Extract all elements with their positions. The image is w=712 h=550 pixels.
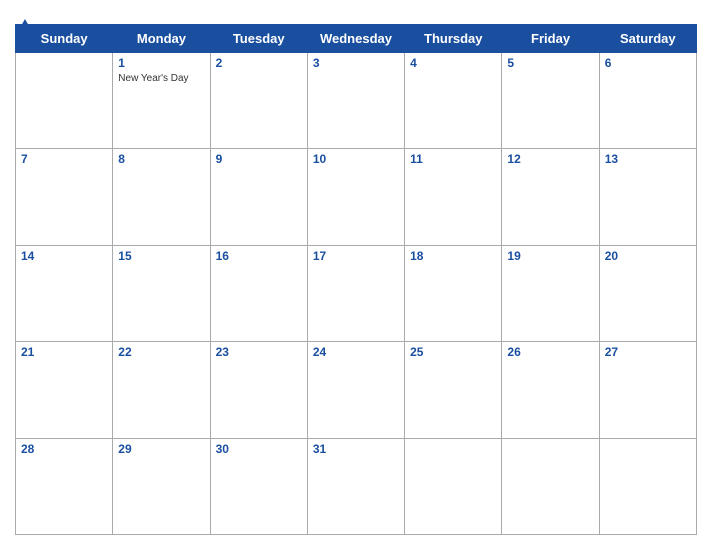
day-number: 24 — [313, 345, 399, 359]
calendar-table: SundayMondayTuesdayWednesdayThursdayFrid… — [15, 24, 697, 535]
day-number: 13 — [605, 152, 691, 166]
calendar-day-cell: 7 — [16, 149, 113, 245]
day-number: 8 — [118, 152, 204, 166]
calendar-header — [15, 10, 697, 24]
day-number: 20 — [605, 249, 691, 263]
day-of-week-header: Tuesday — [210, 25, 307, 53]
calendar-day-cell: 21 — [16, 342, 113, 438]
calendar-day-cell: 17 — [307, 245, 404, 341]
day-number: 5 — [507, 56, 593, 70]
calendar-day-cell: 3 — [307, 53, 404, 149]
day-of-week-header: Friday — [502, 25, 599, 53]
day-number: 22 — [118, 345, 204, 359]
calendar-day-cell — [502, 438, 599, 534]
day-number: 3 — [313, 56, 399, 70]
day-of-week-header: Thursday — [405, 25, 502, 53]
day-number: 29 — [118, 442, 204, 456]
calendar-day-cell: 12 — [502, 149, 599, 245]
calendar-day-cell: 4 — [405, 53, 502, 149]
calendar-day-cell: 22 — [113, 342, 210, 438]
day-number: 26 — [507, 345, 593, 359]
day-number: 16 — [216, 249, 302, 263]
calendar-day-cell — [599, 438, 696, 534]
calendar-day-cell: 18 — [405, 245, 502, 341]
calendar-day-cell: 13 — [599, 149, 696, 245]
day-number: 14 — [21, 249, 107, 263]
calendar-week-row: 1 New Year's Day 23456 — [16, 53, 697, 149]
calendar-week-row: 21 22 23 24 25 26 27 — [16, 342, 697, 438]
day-number: 21 — [21, 345, 107, 359]
day-number: 17 — [313, 249, 399, 263]
calendar-day-cell: 28 — [16, 438, 113, 534]
day-number: 12 — [507, 152, 593, 166]
holiday-label: New Year's Day — [118, 72, 204, 85]
calendar-day-cell: 10 — [307, 149, 404, 245]
day-number: 23 — [216, 345, 302, 359]
days-header-row: SundayMondayTuesdayWednesdayThursdayFrid… — [16, 25, 697, 53]
calendar-day-cell: 19 — [502, 245, 599, 341]
calendar-day-cell: 20 — [599, 245, 696, 341]
calendar-day-cell: 16 — [210, 245, 307, 341]
day-number: 6 — [605, 56, 691, 70]
calendar-day-cell: 5 — [502, 53, 599, 149]
day-number: 27 — [605, 345, 691, 359]
calendar-week-row: 789 10 11 12 13 — [16, 149, 697, 245]
day-of-week-header: Monday — [113, 25, 210, 53]
calendar-day-cell: 25 — [405, 342, 502, 438]
calendar-day-cell: 31 — [307, 438, 404, 534]
day-number: 25 — [410, 345, 496, 359]
calendar-day-cell: 1 New Year's Day — [113, 53, 210, 149]
day-of-week-header: Wednesday — [307, 25, 404, 53]
day-number: 18 — [410, 249, 496, 263]
calendar-day-cell: 29 — [113, 438, 210, 534]
calendar-day-cell: 26 — [502, 342, 599, 438]
day-number: 31 — [313, 442, 399, 456]
calendar-week-row: 14 15 16 17 18 19 20 — [16, 245, 697, 341]
calendar-day-cell: 14 — [16, 245, 113, 341]
calendar-day-cell: 9 — [210, 149, 307, 245]
calendar-day-cell: 11 — [405, 149, 502, 245]
calendar-day-cell: 2 — [210, 53, 307, 149]
day-number: 11 — [410, 152, 496, 166]
calendar-week-row: 28 29 30 31 — [16, 438, 697, 534]
day-of-week-header: Saturday — [599, 25, 696, 53]
calendar-day-cell — [16, 53, 113, 149]
day-number: 28 — [21, 442, 107, 456]
day-number: 30 — [216, 442, 302, 456]
calendar-day-cell: 23 — [210, 342, 307, 438]
day-number: 1 — [118, 56, 204, 70]
logo-triangle-icon — [17, 19, 33, 33]
calendar-day-cell: 27 — [599, 342, 696, 438]
calendar-day-cell — [405, 438, 502, 534]
calendar-day-cell: 30 — [210, 438, 307, 534]
day-number: 9 — [216, 152, 302, 166]
day-number: 15 — [118, 249, 204, 263]
day-number: 2 — [216, 56, 302, 70]
day-number: 4 — [410, 56, 496, 70]
day-number: 19 — [507, 249, 593, 263]
day-number: 10 — [313, 152, 399, 166]
calendar-day-cell: 6 — [599, 53, 696, 149]
calendar-day-cell: 24 — [307, 342, 404, 438]
calendar-day-cell: 15 — [113, 245, 210, 341]
day-number: 7 — [21, 152, 107, 166]
calendar-day-cell: 8 — [113, 149, 210, 245]
